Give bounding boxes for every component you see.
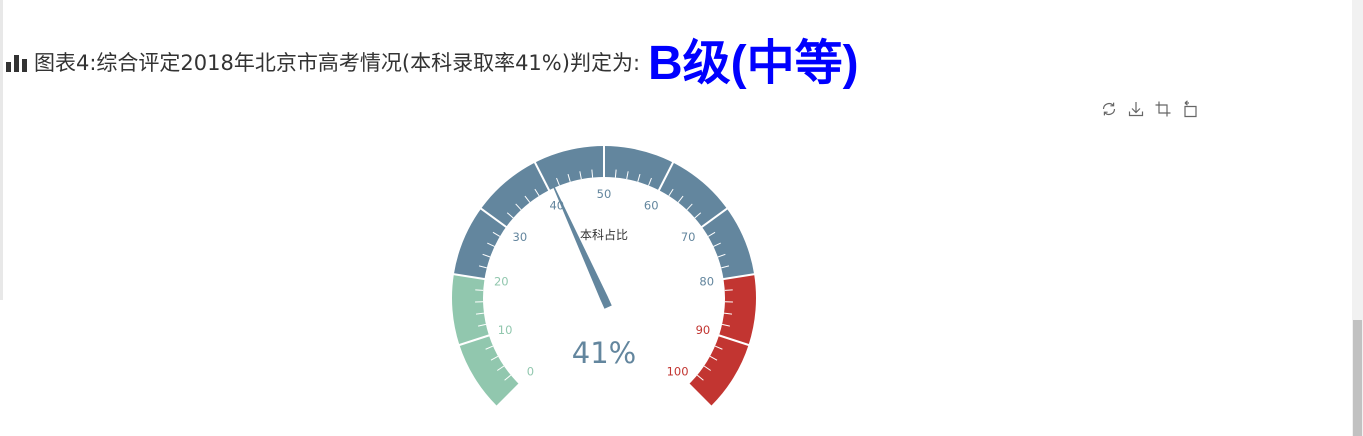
gauge-tick-label: 10	[498, 323, 513, 337]
gauge-chart: 0102030405060708090100 本科占比 41%	[452, 145, 756, 406]
gauge-tick-label: 60	[644, 198, 659, 212]
gauge-band-2	[689, 274, 756, 406]
gauge-tick-label: 20	[494, 275, 509, 289]
gauge-tick-label: 90	[696, 323, 711, 337]
gauge-tick-label: 0	[527, 365, 534, 379]
gauge-tick-label: 50	[597, 187, 612, 201]
gauge-minor-tick	[475, 289, 484, 291]
gauge-split-lines	[453, 145, 755, 347]
gauge-minor-tick	[724, 289, 733, 291]
gauge-band-0	[452, 274, 519, 406]
gauge-series-title: 本科占比	[580, 227, 628, 242]
gauge-detail-value: 41%	[572, 336, 636, 370]
gauge-tick-label: 80	[699, 275, 714, 289]
gauge-tick-label: 30	[513, 230, 528, 244]
gauge-tick-label: 70	[681, 230, 696, 244]
gauge-tick-label: 100	[667, 365, 689, 379]
